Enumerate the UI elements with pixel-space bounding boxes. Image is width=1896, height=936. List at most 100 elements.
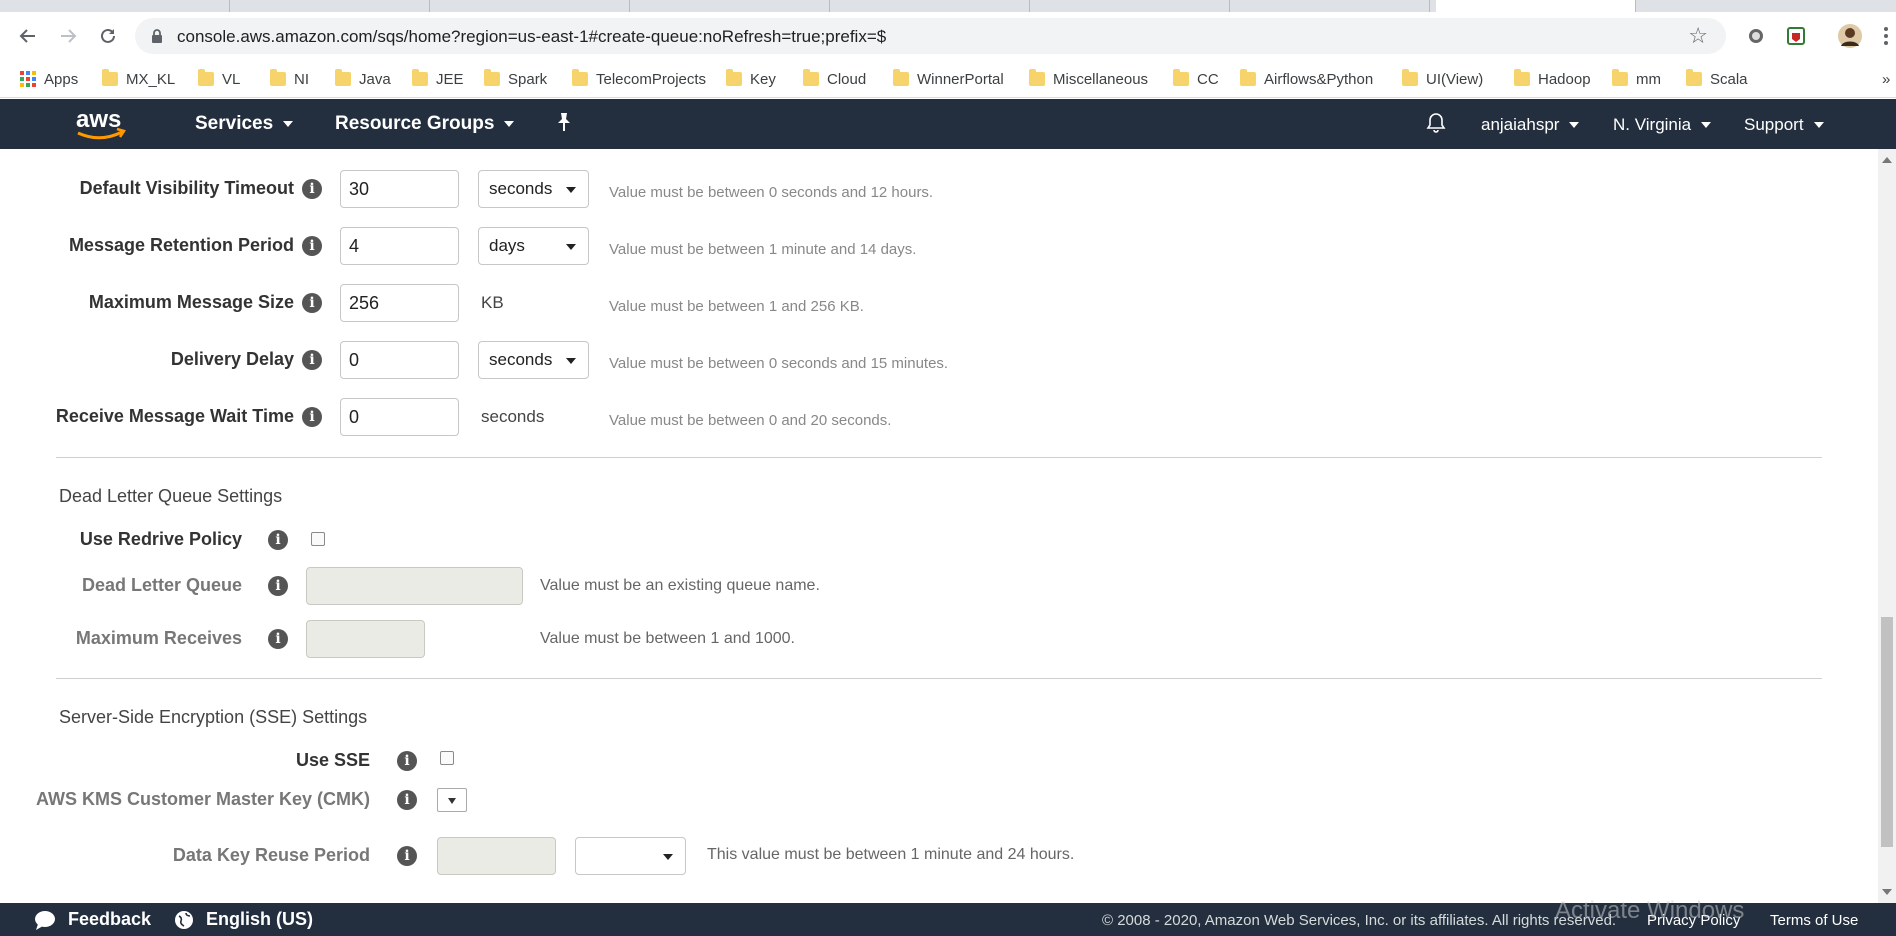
bookmark-folder[interactable]: UI(View)	[1402, 67, 1483, 91]
chevron-down-icon	[504, 121, 515, 127]
browser-tab[interactable]	[1230, 0, 1430, 12]
visibility-timeout-unit-select[interactable]: seconds	[478, 170, 589, 208]
aws-top-nav: aws Services Resource Groups anjaiahspr …	[0, 99, 1896, 149]
activate-windows-watermark: Activate Windows	[1555, 897, 1745, 924]
bookmark-label: NI	[294, 70, 309, 88]
forward-icon[interactable]	[54, 22, 82, 50]
bookmark-label: CC	[1197, 70, 1219, 88]
bookmark-folder[interactable]: Java	[335, 67, 391, 91]
delivery-delay-unit-select[interactable]: seconds	[478, 341, 589, 379]
bookmark-folder[interactable]: VL	[198, 67, 240, 91]
retention-period-input[interactable]	[340, 227, 459, 265]
bookmark-folder[interactable]: Miscellaneous	[1029, 67, 1148, 91]
dead-letter-queue-input[interactable]	[306, 567, 523, 605]
info-icon[interactable]: i	[302, 236, 322, 256]
support-menu[interactable]: Support	[1744, 115, 1824, 135]
reload-icon[interactable]	[94, 22, 122, 50]
bookmark-label: TelecomProjects	[596, 70, 707, 88]
delivery-delay-input[interactable]	[340, 341, 459, 379]
folder-icon	[726, 69, 742, 86]
account-menu[interactable]: anjaiahspr	[1481, 115, 1580, 135]
bookmark-folder[interactable]: Key	[726, 67, 776, 91]
info-icon[interactable]: i	[302, 407, 322, 427]
scroll-down-icon[interactable]	[1882, 889, 1892, 895]
back-icon[interactable]	[14, 22, 42, 50]
scroll-up-icon[interactable]	[1882, 157, 1892, 163]
data-key-reuse-input[interactable]	[437, 837, 556, 875]
terms-of-use-link[interactable]: Terms of Use	[1770, 912, 1858, 929]
profile-avatar[interactable]	[1838, 24, 1862, 48]
info-icon[interactable]: i	[397, 790, 417, 810]
bookmark-label: Java	[359, 70, 391, 88]
bookmark-folder[interactable]: JEE	[412, 67, 464, 91]
extension-circle-icon[interactable]	[1744, 24, 1768, 48]
bookmark-folder[interactable]: Spark	[484, 67, 547, 91]
browser-tab[interactable]	[830, 0, 1030, 12]
select-value: seconds	[489, 179, 553, 198]
services-menu[interactable]: Services	[195, 113, 294, 135]
info-icon[interactable]: i	[397, 846, 417, 866]
bookmark-folder[interactable]: Airflows&Python	[1240, 67, 1373, 91]
bookmark-folder[interactable]: CC	[1173, 67, 1219, 91]
page-scrollbar[interactable]	[1878, 149, 1896, 903]
browser-tab[interactable]	[430, 0, 630, 12]
copyright-text: © 2008 - 2020, Amazon Web Services, Inc.…	[1102, 912, 1617, 929]
region-menu[interactable]: N. Virginia	[1613, 115, 1712, 135]
info-icon[interactable]: i	[397, 751, 417, 771]
info-icon[interactable]: i	[268, 530, 288, 550]
visibility-timeout-label: Default Visibility Timeout	[79, 178, 294, 198]
bookmark-folder[interactable]: mm	[1612, 67, 1661, 91]
browser-tab-active[interactable]	[1436, 0, 1636, 12]
dead-letter-queue-label: Dead Letter Queue	[81, 575, 242, 595]
language-selector[interactable]: English (US)	[174, 909, 313, 930]
bookmark-folder[interactable]: TelecomProjects	[572, 67, 706, 91]
bookmark-folder[interactable]: NI	[270, 67, 309, 91]
use-sse-checkbox[interactable]	[440, 751, 454, 765]
info-icon[interactable]: i	[268, 576, 288, 596]
redrive-policy-label: Use Redrive Policy	[79, 529, 242, 549]
chevron-down-icon	[1569, 122, 1580, 128]
pin-icon[interactable]	[555, 112, 573, 132]
create-queue-form: Default Visibility Timeout i seconds Val…	[0, 149, 1878, 903]
language-label: English (US)	[206, 909, 313, 929]
redrive-policy-checkbox[interactable]	[311, 532, 325, 546]
retention-period-unit-select[interactable]: days	[478, 227, 589, 265]
bookmark-folder[interactable]: WinnerPortal	[893, 67, 1004, 91]
bookmark-folder[interactable]: Cloud	[803, 67, 866, 91]
wait-time-hint: Value must be between 0 and 20 seconds.	[609, 412, 892, 429]
aws-logo[interactable]: aws	[74, 105, 128, 143]
visibility-timeout-input[interactable]	[340, 170, 459, 208]
wait-time-input[interactable]	[340, 398, 459, 436]
bell-icon[interactable]	[1426, 112, 1446, 134]
bookmark-apps[interactable]: Apps	[20, 67, 78, 91]
info-icon[interactable]: i	[302, 179, 322, 199]
info-icon[interactable]: i	[302, 350, 322, 370]
extension-shield-icon[interactable]	[1784, 24, 1808, 48]
scrollbar-thumb[interactable]	[1881, 617, 1893, 847]
address-bar[interactable]: console.aws.amazon.com/sqs/home?region=u…	[135, 18, 1726, 54]
feedback-link[interactable]: Feedback	[34, 909, 151, 930]
star-icon[interactable]: ☆	[1688, 23, 1708, 49]
folder-icon	[1402, 69, 1418, 86]
data-key-reuse-unit-select[interactable]	[575, 837, 686, 875]
browser-tab[interactable]	[0, 0, 230, 12]
bookmark-label: Miscellaneous	[1053, 70, 1149, 88]
max-receives-input[interactable]	[306, 620, 425, 658]
bookmarks-overflow[interactable]: »	[1882, 67, 1890, 91]
max-receives-label: Maximum Receives	[75, 628, 242, 648]
bookmark-folder[interactable]: Hadoop	[1514, 67, 1591, 91]
browser-tab[interactable]	[230, 0, 430, 12]
max-message-size-input[interactable]	[340, 284, 459, 322]
resource-groups-menu[interactable]: Resource Groups	[335, 113, 515, 135]
kms-cmk-select[interactable]	[437, 788, 467, 812]
info-icon[interactable]: i	[302, 293, 322, 313]
info-icon[interactable]: i	[268, 629, 288, 649]
browser-tab[interactable]	[1030, 0, 1230, 12]
browser-tab-strip	[0, 0, 1896, 12]
browser-tab[interactable]	[630, 0, 830, 12]
menu-dots-icon[interactable]	[1874, 24, 1896, 48]
bookmark-folder[interactable]: MX_KL	[102, 67, 175, 91]
bookmark-folder[interactable]: Scala	[1686, 67, 1748, 91]
data-key-reuse-hint: This value must be between 1 minute and …	[707, 846, 1075, 863]
bookmark-label: UI(View)	[1426, 70, 1484, 88]
